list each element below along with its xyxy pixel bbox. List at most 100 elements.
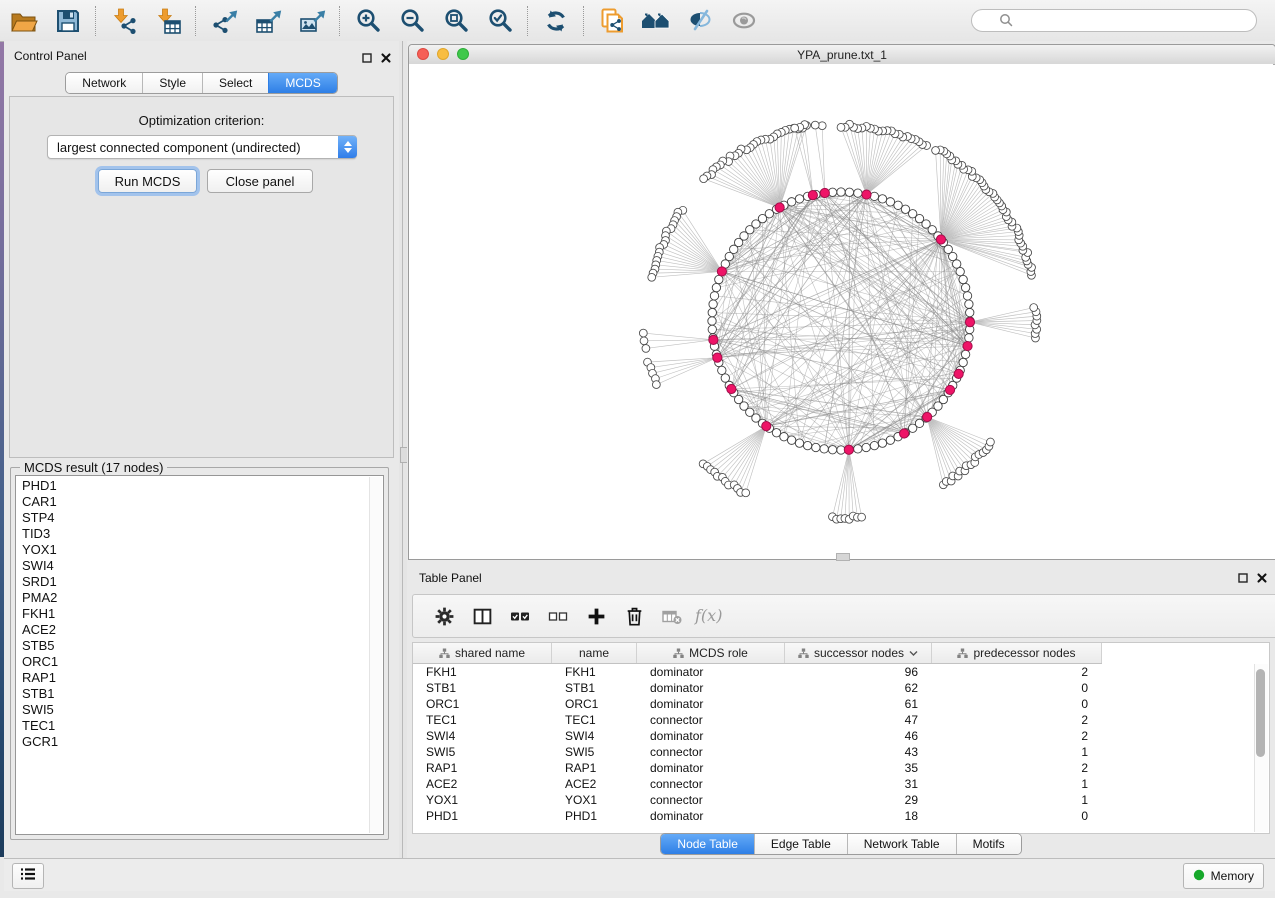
mcds-result-node[interactable]: ACE2 xyxy=(16,622,370,638)
close-table-panel-icon[interactable] xyxy=(1257,570,1267,588)
ring-node[interactable] xyxy=(959,275,967,283)
leaf-node[interactable] xyxy=(700,175,708,183)
ring-node[interactable] xyxy=(837,188,845,196)
mcds-result-node[interactable]: PHD1 xyxy=(16,478,370,494)
delete-icon[interactable] xyxy=(615,601,653,631)
mcds-result-node[interactable]: SRD1 xyxy=(16,574,370,590)
leaf-node[interactable] xyxy=(858,513,866,521)
hide-others-icon[interactable] xyxy=(678,4,722,38)
mcds-result-node[interactable]: SWI4 xyxy=(16,558,370,574)
mcds-hub-node[interactable] xyxy=(709,335,718,344)
mcds-result-node[interactable]: GCR1 xyxy=(16,734,370,750)
table-row[interactable]: FKH1FKH1dominator962 xyxy=(413,664,1253,680)
mcds-hub-node[interactable] xyxy=(713,353,722,362)
save-icon[interactable] xyxy=(46,4,90,38)
table-row[interactable]: SWI5SWI5connector431 xyxy=(413,744,1253,760)
ring-node[interactable] xyxy=(710,292,718,300)
ring-node[interactable] xyxy=(709,300,717,308)
mcds-hub-node[interactable] xyxy=(727,384,736,393)
tab-style[interactable]: Style xyxy=(142,73,202,93)
mcds-result-node[interactable]: STP4 xyxy=(16,510,370,526)
column-header-successor-nodes[interactable]: successor nodes xyxy=(785,643,932,663)
ring-node[interactable] xyxy=(878,439,886,447)
leaf-node[interactable] xyxy=(652,381,660,389)
table-row[interactable]: TEC1TEC1connector472 xyxy=(413,712,1253,728)
ring-node[interactable] xyxy=(870,441,878,449)
criterion-dropdown[interactable]: largest connected component (undirected) xyxy=(47,135,357,159)
mcds-hub-node[interactable] xyxy=(844,445,853,454)
ring-node[interactable] xyxy=(886,198,894,206)
leaf-node[interactable] xyxy=(742,489,750,497)
ring-node[interactable] xyxy=(712,283,720,291)
tab-motifs[interactable]: Motifs xyxy=(956,834,1021,854)
zoom-out-icon[interactable] xyxy=(390,4,434,38)
column-header-name[interactable]: name xyxy=(552,643,637,663)
ring-node[interactable] xyxy=(812,443,820,451)
table-row[interactable]: YOX1YOX1connector291 xyxy=(413,792,1253,808)
select-all-icon[interactable] xyxy=(501,601,539,631)
mcds-result-node[interactable]: YOX1 xyxy=(16,542,370,558)
close-panel-button[interactable]: Close panel xyxy=(207,169,313,193)
float-panel-icon[interactable] xyxy=(362,50,372,68)
leaf-node[interactable] xyxy=(932,147,940,155)
ring-node[interactable] xyxy=(708,317,716,325)
ring-node[interactable] xyxy=(961,283,969,291)
zoom-selected-icon[interactable] xyxy=(478,4,522,38)
column-header-predecessor-nodes[interactable]: predecessor nodes xyxy=(932,643,1102,663)
import-table-icon[interactable] xyxy=(146,4,190,38)
mcds-result-node[interactable]: TEC1 xyxy=(16,718,370,734)
ring-node[interactable] xyxy=(795,195,803,203)
leaf-node[interactable] xyxy=(648,273,656,281)
tab-node-table[interactable]: Node Table xyxy=(661,834,754,854)
tab-select[interactable]: Select xyxy=(202,73,268,93)
import-network-icon[interactable] xyxy=(102,4,146,38)
ring-node[interactable] xyxy=(708,325,716,333)
table-row[interactable]: SWI4SWI4dominator462 xyxy=(413,728,1253,744)
tab-network-table[interactable]: Network Table xyxy=(847,834,956,854)
mcds-result-node[interactable]: STB1 xyxy=(16,686,370,702)
ring-node[interactable] xyxy=(845,188,853,196)
zoom-fit-icon[interactable] xyxy=(434,4,478,38)
deselect-all-icon[interactable] xyxy=(539,601,577,631)
mcds-result-node[interactable]: STB5 xyxy=(16,638,370,654)
ring-node[interactable] xyxy=(854,445,862,453)
mcds-result-node[interactable]: CAR1 xyxy=(16,494,370,510)
mcds-hub-node[interactable] xyxy=(954,369,963,378)
ring-node[interactable] xyxy=(966,308,974,316)
mcds-result-node[interactable]: FKH1 xyxy=(16,606,370,622)
panel-splitter[interactable] xyxy=(399,41,407,858)
export-image-icon[interactable] xyxy=(290,4,334,38)
mcds-hub-node[interactable] xyxy=(808,191,817,200)
ring-node[interactable] xyxy=(718,366,726,374)
mcds-hub-node[interactable] xyxy=(965,318,974,327)
leaf-node[interactable] xyxy=(640,337,648,345)
ring-node[interactable] xyxy=(965,300,973,308)
leaf-node[interactable] xyxy=(642,345,650,353)
mcds-result-node[interactable]: ORC1 xyxy=(16,654,370,670)
ring-node[interactable] xyxy=(787,198,795,206)
ring-node[interactable] xyxy=(803,441,811,449)
columns-icon[interactable] xyxy=(463,601,501,631)
column-header-MCDS-role[interactable]: MCDS role xyxy=(637,643,785,663)
table-row[interactable]: PHD1PHD1dominator180 xyxy=(413,808,1253,824)
mcds-hub-node[interactable] xyxy=(820,188,829,197)
ring-node[interactable] xyxy=(886,436,894,444)
eye-icon[interactable] xyxy=(722,4,766,38)
result-list-scrollbar[interactable] xyxy=(369,477,382,833)
leaf-node[interactable] xyxy=(791,124,799,132)
table-row[interactable]: RAP1RAP1dominator352 xyxy=(413,760,1253,776)
mcds-result-node[interactable]: RAP1 xyxy=(16,670,370,686)
mcds-hub-node[interactable] xyxy=(862,190,871,199)
mcds-result-node[interactable]: TID3 xyxy=(16,526,370,542)
network-window-titlebar[interactable]: YPA_prune.txt_1 xyxy=(409,45,1275,65)
ring-node[interactable] xyxy=(795,439,803,447)
ring-node[interactable] xyxy=(963,292,971,300)
memory-button[interactable]: Memory xyxy=(1183,863,1264,889)
run-mcds-button[interactable]: Run MCDS xyxy=(98,169,197,193)
network-canvas[interactable] xyxy=(409,64,1273,558)
ring-node[interactable] xyxy=(708,308,716,316)
mcds-hub-node[interactable] xyxy=(717,267,726,276)
ring-node[interactable] xyxy=(854,189,862,197)
task-history-button[interactable] xyxy=(12,863,44,889)
ring-node[interactable] xyxy=(820,445,828,453)
